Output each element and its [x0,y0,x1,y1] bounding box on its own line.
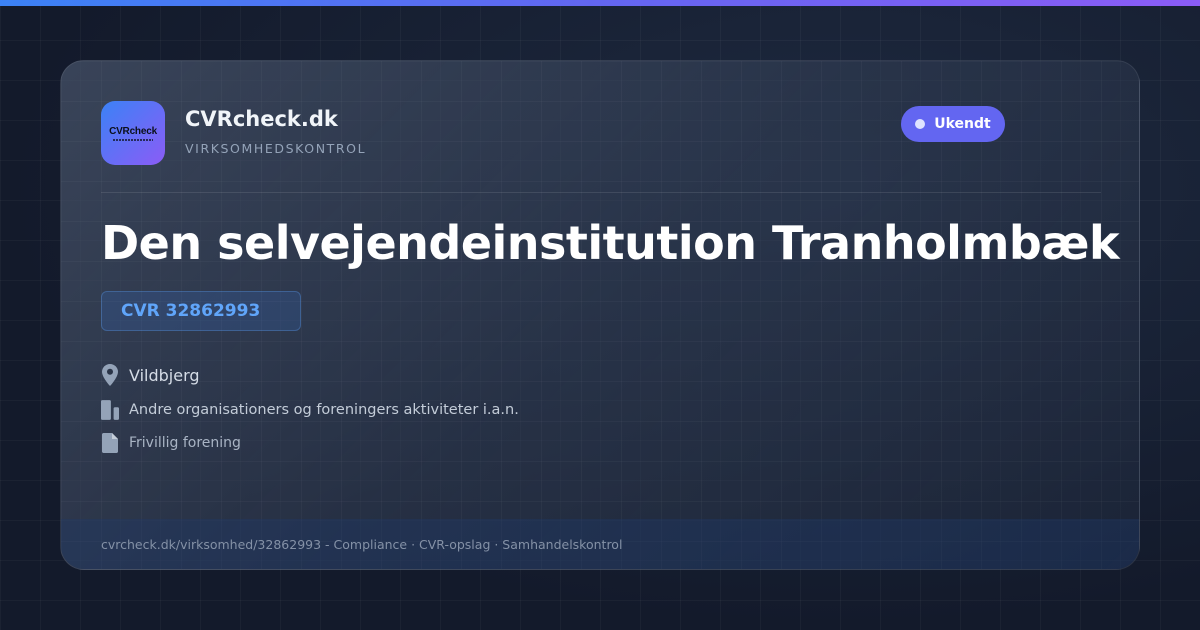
status-label: Ukendt [934,116,991,132]
document-icon [101,432,119,454]
company-name: Den selvejendeinstitution Tranholmbæk [101,216,1120,270]
brand-logo-text: CVRcheck [109,125,157,137]
status-badge: Ukendt [901,106,1005,142]
header-divider [101,192,1101,193]
card-footer: cvrcheck.dk/virksomhed/32862993 - Compli… [61,519,1139,569]
brand-logo: CVRcheck [101,101,165,165]
industry-row: Andre organisationers og foreningers akt… [101,399,519,421]
footer-text: cvrcheck.dk/virksomhed/32862993 - Compli… [101,536,623,552]
status-dot-icon [915,119,926,129]
industry-text: Andre organisationers og foreningers akt… [129,402,519,418]
cvr-chip: CVR 32862993 [101,291,301,331]
location-row: Vildbjerg [101,364,200,386]
building-icon [101,399,119,421]
company-card: CVRcheck CVRcheck.dk VIRKSOMHEDSKONTROL … [60,60,1140,570]
top-gradient-bar [0,0,1200,6]
brand-logo-underline [113,138,153,141]
location-text: Vildbjerg [129,365,200,385]
map-pin-icon [101,364,119,386]
company-form-text: Frivillig forening [129,435,241,451]
cvr-number: CVR 32862993 [121,301,261,321]
brand-name: CVRcheck.dk [185,107,338,131]
brand-tagline: VIRKSOMHEDSKONTROL [185,141,367,156]
company-form-row: Frivillig forening [101,432,241,454]
